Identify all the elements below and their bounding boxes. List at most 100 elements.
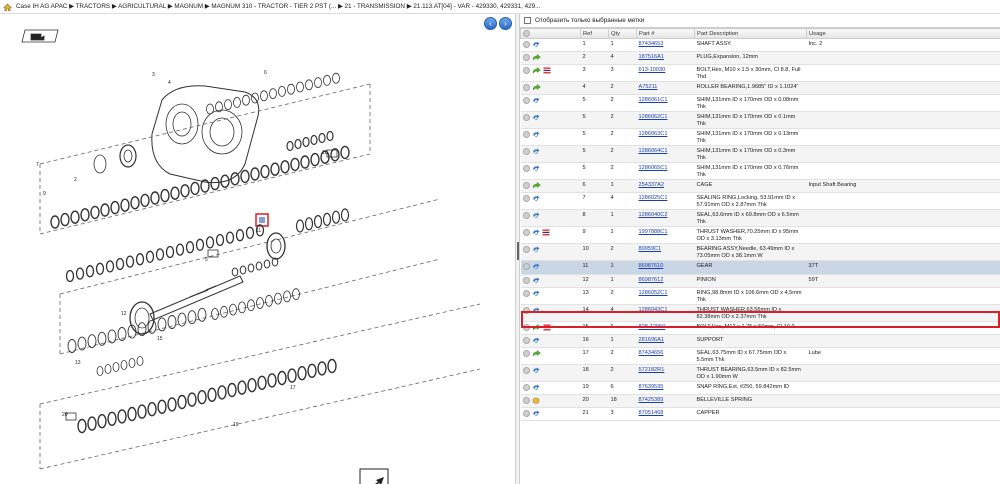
part-number-link[interactable]: 87639535	[639, 384, 664, 390]
part-number-link[interactable]: 1286040C2	[639, 212, 668, 218]
circle-icon[interactable]	[522, 182, 530, 189]
parts-table-row[interactable]: 4 2 A75211 ROLLER BEARING,1.9685" ID x 1.10…	[520, 81, 1000, 95]
diagram-ring	[177, 312, 187, 327]
parts-table-row[interactable]: 18 2 572182R1 THRUST BEARING,63.5mm ID x 82…	[520, 364, 1000, 382]
parts-table-row[interactable]: 5 2 1286065C1 SHIM,131mm ID x 170mm OD x 0.…	[520, 162, 1000, 180]
ref-cell: 18	[582, 367, 589, 373]
diagram-ring	[256, 297, 264, 309]
parts-table-row[interactable]: 20 18 87425389 BELLEVILLE SPRING	[520, 394, 1000, 408]
parts-table-row[interactable]: 13 2 1286052C1 RING,98.8mm ID x 106.6mm OD …	[520, 287, 1000, 305]
parts-table-row[interactable]: 14 4 1286043C1 THRUST WASHER,63.56mm ID x 8…	[520, 304, 1000, 322]
part-number-link[interactable]: 613-10030	[639, 67, 666, 73]
breadcrumb-item[interactable]: AGRICULTURAL	[118, 3, 166, 10]
part-number-link[interactable]: 572182R1	[639, 367, 665, 373]
circle-icon[interactable]	[522, 229, 530, 236]
parts-table-row[interactable]: 15 6 828-12050 BOLT,Hex, M12 x 1.75 x 50mm,…	[520, 321, 1000, 335]
circle-icon[interactable]	[522, 67, 530, 74]
col-part[interactable]: Part #	[636, 28, 695, 39]
part-number-link[interactable]: 87434653	[639, 41, 664, 47]
part-number-link[interactable]: 80959C1	[639, 246, 662, 252]
part-number-link[interactable]: 1286064C1	[639, 148, 668, 154]
parts-table-row[interactable]: 10 2 80959C1 BEARING ASSY,Needle, 63.49mm I…	[520, 243, 1000, 261]
parts-table-row[interactable]: 11 1 86987610 GEAR 37T	[520, 260, 1000, 275]
part-number-link[interactable]: 187516A1	[639, 54, 665, 60]
circle-icon[interactable]	[522, 54, 530, 61]
part-number-link[interactable]: A75211	[639, 84, 658, 90]
part-number-link[interactable]: 87051468	[639, 410, 664, 416]
parts-table-row[interactable]: 5 2 1286061C1 SHIM,131mm ID x 170mm OD x 0.…	[520, 94, 1000, 112]
circle-icon[interactable]	[522, 131, 530, 138]
shaft	[149, 275, 244, 321]
parts-table-row[interactable]: 7 4 1286025C1 SEALING RING,Locking, 53.91mm…	[520, 192, 1000, 210]
circle-icon[interactable]	[522, 165, 530, 172]
part-number-link[interactable]: 1286025C1	[639, 195, 668, 201]
parts-table-row[interactable]: 5 2 1286063C1 SHIM,131mm ID x 170mm OD x 0.…	[520, 128, 1000, 146]
circle-icon[interactable]	[522, 367, 530, 374]
part-number-link[interactable]: 87425389	[639, 397, 664, 403]
circle-icon[interactable]	[522, 148, 530, 155]
parts-table-row[interactable]: 2 4 187516A1 PLUG,Expansion, 12mm	[520, 51, 1000, 65]
ref-cell: 5	[582, 97, 586, 103]
part-number-link[interactable]: 281696A1	[639, 337, 665, 343]
circle-icon[interactable]	[522, 324, 530, 331]
part-number-link[interactable]: 1286043C1	[639, 307, 668, 313]
parts-table-row[interactable]: 5 2 1286062C1 SHIM,131mm ID x 170mm OD x 0.…	[520, 111, 1000, 129]
splitter-grip[interactable]	[517, 242, 519, 260]
part-number-link[interactable]: 1286062C1	[639, 114, 668, 120]
parts-table-row[interactable]: 3 3 613-10030 BOLT,Hex, M10 x 1.5 x 30mm, C…	[520, 64, 1000, 82]
parts-table-row[interactable]: 17 2 87434656 SEAL,63.75mm ID x 67.75mm OD …	[520, 347, 1000, 365]
diagram-ring	[137, 404, 147, 419]
circle-icon[interactable]	[522, 84, 530, 91]
show-selected-checkbox[interactable]	[524, 17, 531, 24]
breadcrumb-item[interactable]: Case IH AG APAC	[16, 3, 67, 10]
part-number-link[interactable]: 87434656	[639, 350, 664, 356]
part-number-link[interactable]: 1997888C1	[639, 229, 668, 235]
part-number-link[interactable]: 1286052C1	[639, 290, 668, 296]
parts-table-row[interactable]: 21 3 87051468 CAPPER	[520, 407, 1000, 421]
breadcrumb-item[interactable]: MAGNUM 310 - TRACTOR - TIER 2 PST (...	[211, 3, 336, 10]
circle-icon[interactable]	[522, 290, 530, 297]
parts-table-row[interactable]: 16 1 281696A1 SUPPORT	[520, 334, 1000, 348]
circle-icon[interactable]	[522, 195, 530, 202]
circle-icon[interactable]	[522, 337, 530, 344]
circle-icon[interactable]	[522, 307, 530, 314]
part-number-link-wrap: 1286043C1	[636, 304, 695, 322]
parts-table-row[interactable]: 9 1 1997888C1 THRUST WASHER,70.25mm ID x 95…	[520, 226, 1000, 244]
part-number-link[interactable]: 1286065C1	[639, 165, 668, 171]
col-usage[interactable]: Usage	[806, 28, 1000, 39]
circle-icon[interactable]	[522, 41, 530, 48]
parts-table-row[interactable]: 5 2 1286064C1 SHIM,131mm ID x 170mm OD x 0.…	[520, 145, 1000, 163]
part-number-link[interactable]: 1286061C1	[639, 97, 668, 103]
circle-icon[interactable]	[522, 263, 530, 270]
circle-icon[interactable]	[522, 212, 530, 219]
breadcrumb-item[interactable]: MAGNUM	[174, 3, 203, 10]
circle-icon[interactable]	[522, 246, 530, 253]
col-description[interactable]: Part Description	[694, 28, 807, 39]
circle-icon[interactable]	[522, 410, 530, 417]
col-qty[interactable]: Qty	[608, 28, 637, 39]
part-number-link[interactable]: 828-12050	[639, 324, 666, 330]
circle-icon[interactable]	[522, 397, 530, 404]
circle-icon[interactable]	[522, 114, 530, 121]
green-arrow-icon	[532, 54, 541, 64]
parts-table-row[interactable]: 6 1 254337A2 CAGE Input Shaft Bearing	[520, 179, 1000, 193]
part-number-link[interactable]: 254337A2	[639, 182, 665, 188]
header-circle-icon[interactable]	[523, 30, 530, 37]
parts-table-row[interactable]: 19 6 87639535 SNAP RING,Ext, #250, 59.842mm…	[520, 381, 1000, 395]
parts-table-row[interactable]: 8 1 1286040C2 SEAL,63.6mm ID x 69.8mm OD x …	[520, 209, 1000, 227]
circle-icon[interactable]	[522, 97, 530, 104]
part-number-link[interactable]: 86987610	[639, 263, 664, 269]
home-icon[interactable]	[3, 3, 12, 11]
breadcrumb-item[interactable]: 21 - TRANSMISSION	[345, 3, 405, 10]
part-number-link[interactable]: 86987612	[639, 277, 664, 283]
circle-icon[interactable]	[522, 277, 530, 284]
part-number-link[interactable]: 1286063C1	[639, 131, 668, 137]
circle-icon[interactable]	[522, 350, 530, 357]
breadcrumb-item[interactable]: 21.113.AT[04] - VAR - 429330, 429331, 42…	[413, 3, 540, 10]
breadcrumb-item[interactable]: TRACTORS	[76, 3, 111, 10]
col-ref[interactable]: Ref	[580, 28, 609, 39]
circle-icon[interactable]	[522, 384, 530, 391]
qty-cell: 1	[610, 229, 614, 235]
parts-table-row[interactable]: 1 1 87434653 SHAFT ASSY. Inc. 2	[520, 38, 1000, 52]
parts-table-row[interactable]: 12 1 86987612 PINION 59T	[520, 274, 1000, 288]
